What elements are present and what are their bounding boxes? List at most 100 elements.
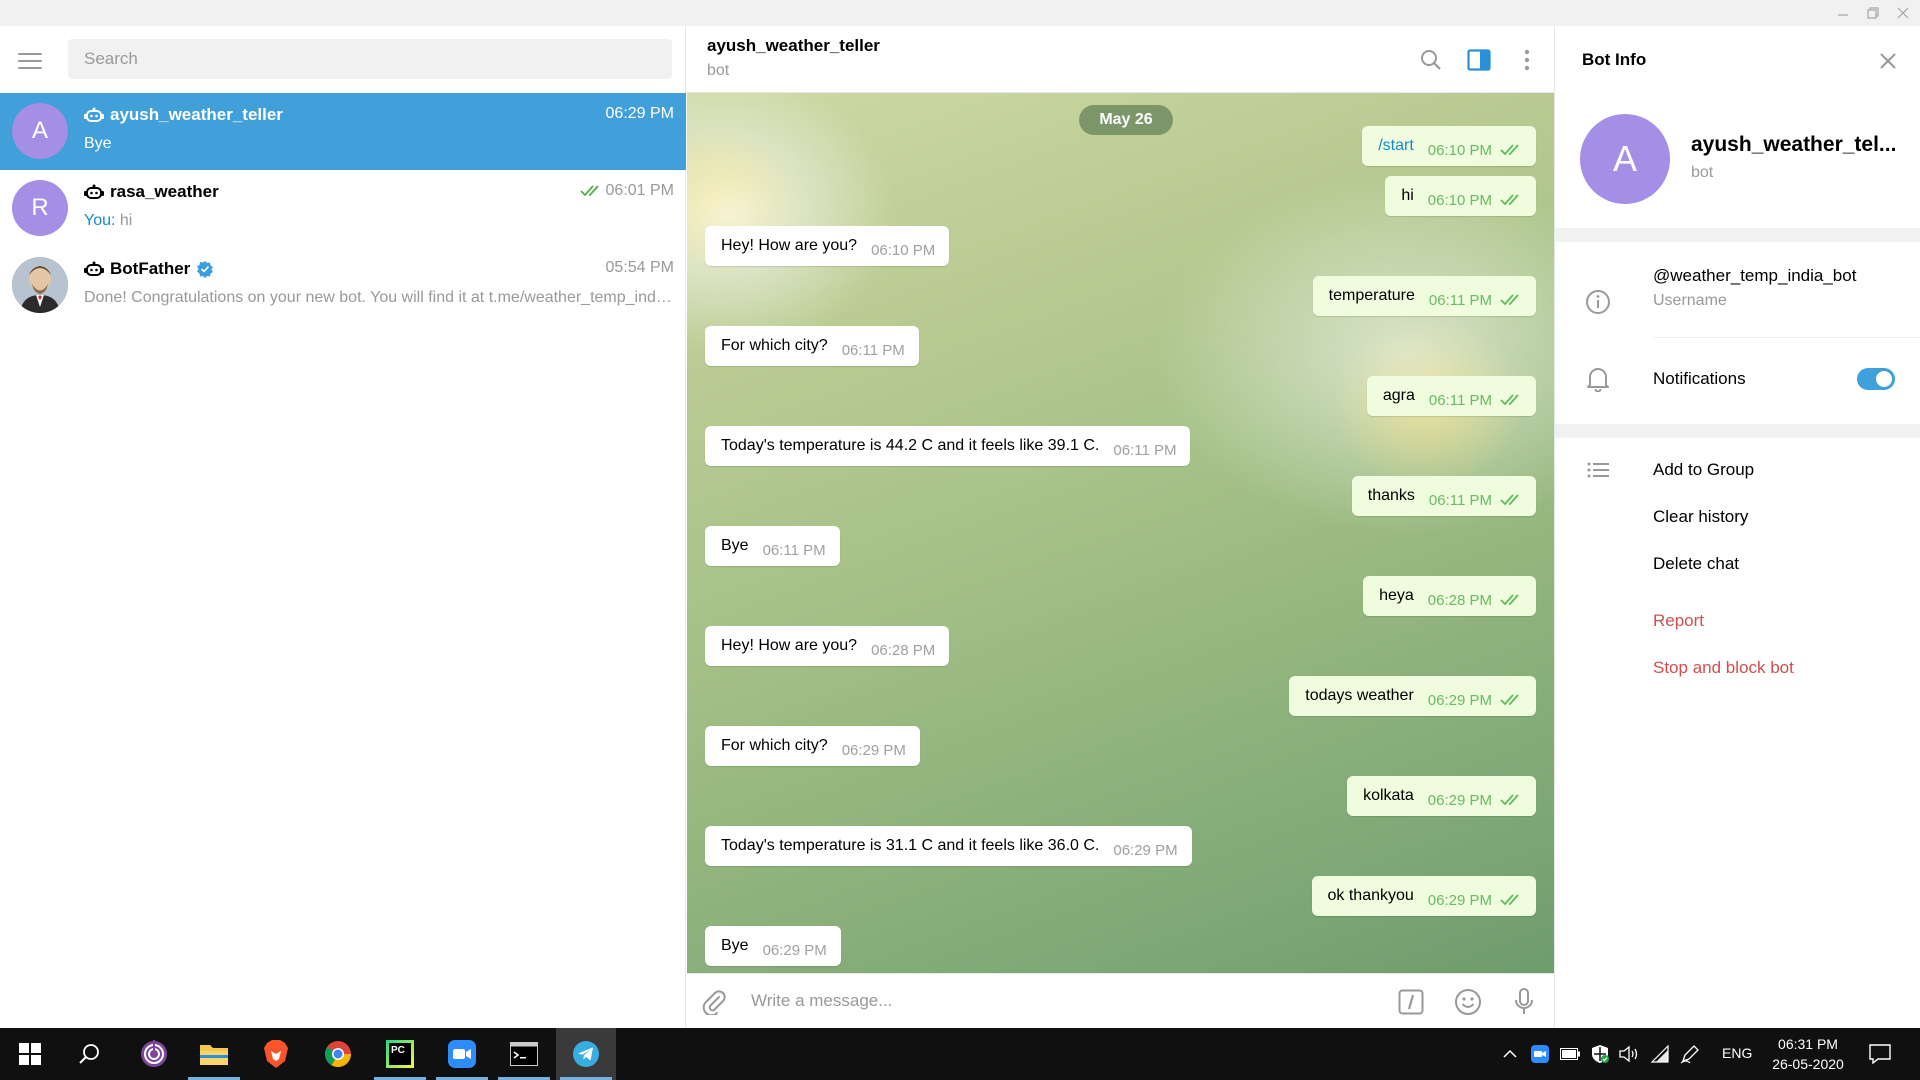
system-clock[interactable]: 06:31 PM 26-05-2020 xyxy=(1758,1034,1858,1074)
bot-commands-button[interactable] xyxy=(1396,987,1426,1017)
toggle-info-panel-button[interactable] xyxy=(1465,46,1493,74)
outgoing-message[interactable]: hi 06:10 PM xyxy=(1385,176,1536,216)
chat-list-item[interactable]: A ayush_weather_teller 06:29 PM Bye xyxy=(0,93,686,170)
outgoing-message[interactable]: heya 06:28 PM xyxy=(1363,576,1536,616)
chrome-icon xyxy=(324,1041,352,1068)
chat-header[interactable]: ayush_weather_teller bot xyxy=(687,26,1554,93)
bell-icon xyxy=(1587,368,1609,392)
tray-zoom[interactable] xyxy=(1528,1042,1552,1066)
taskbar-zoom[interactable] xyxy=(432,1028,492,1080)
outgoing-message[interactable]: temperature 06:11 PM xyxy=(1312,276,1536,316)
window-titlebar xyxy=(0,0,1920,26)
emoji-button[interactable] xyxy=(1453,987,1483,1017)
chat-name: rasa_weather xyxy=(110,182,219,201)
bot-username[interactable]: @weather_temp_india_bot xyxy=(1653,266,1856,286)
search-input[interactable] xyxy=(68,39,672,79)
incoming-message[interactable]: Today's temperature is 31.1 C and it fee… xyxy=(705,826,1192,866)
start-button[interactable] xyxy=(0,1028,60,1080)
notifications-label: Notifications xyxy=(1653,369,1746,388)
message-time: 06:11 PM xyxy=(1428,391,1492,409)
chat-preview: You: hi xyxy=(84,212,674,230)
clear-history-action[interactable]: Clear history xyxy=(1653,507,1748,527)
message-time: 06:29 PM xyxy=(1427,791,1492,809)
windows-logo-icon xyxy=(19,1043,41,1065)
incoming-message[interactable]: Today's temperature is 44.2 C and it fee… xyxy=(705,426,1191,466)
message-text: todays weather xyxy=(1305,687,1414,704)
voice-record-button[interactable] xyxy=(1509,987,1539,1017)
chat-time: 05:54 PM xyxy=(606,259,674,277)
message-text[interactable]: /start xyxy=(1378,137,1414,155)
tray-network[interactable] xyxy=(1648,1042,1672,1066)
close-info-button[interactable] xyxy=(1873,46,1903,76)
hamburger-icon-line xyxy=(18,60,42,62)
outgoing-message[interactable]: agra 06:11 PM xyxy=(1366,376,1536,416)
chat-list-item[interactable]: R rasa_weather 06:01 PM You: hi xyxy=(0,170,686,247)
action-center-button[interactable] xyxy=(1868,1042,1892,1066)
wifi-icon xyxy=(1650,1045,1669,1063)
taskbar-telegram[interactable] xyxy=(556,1028,616,1080)
message-time: 06:29 PM xyxy=(1427,891,1492,909)
message-text: Bye xyxy=(721,937,749,954)
add-to-group-action[interactable]: Add to Group xyxy=(1653,460,1754,480)
incoming-message[interactable]: For which city? 06:11 PM xyxy=(705,326,919,366)
chat-time-text: 06:29 PM xyxy=(605,105,674,122)
more-options-button[interactable] xyxy=(1513,46,1541,74)
chat-time: 06:01 PM xyxy=(579,182,674,200)
incoming-message[interactable]: For which city? 06:29 PM xyxy=(705,726,920,766)
message-time: 06:10 PM xyxy=(871,241,936,259)
chat-time-text: 05:54 PM xyxy=(605,259,674,276)
taskbar-file-explorer[interactable] xyxy=(184,1028,244,1080)
taskbar-search-button[interactable] xyxy=(60,1028,120,1080)
message-time: 06:29 PM xyxy=(841,741,906,759)
search-chat-button[interactable] xyxy=(1417,46,1445,74)
taskbar-pycharm[interactable]: PC xyxy=(370,1028,430,1080)
chat-list-item[interactable]: BotFather 05:54 PM Done! Congratulations… xyxy=(0,247,686,324)
message-time: 06:10 PM xyxy=(1427,191,1492,209)
brave-lion-icon xyxy=(264,1040,288,1068)
notifications-toggle[interactable] xyxy=(1857,368,1895,390)
maximize-button[interactable] xyxy=(1858,4,1888,22)
chat-preview: Bye xyxy=(84,135,112,152)
outgoing-message[interactable]: /start 06:10 PM xyxy=(1362,126,1536,166)
double-check-icon xyxy=(1500,794,1522,806)
incoming-message[interactable]: Bye 06:29 PM xyxy=(705,926,841,966)
chat-list-panel: A ayush_weather_teller 06:29 PM Bye R ra… xyxy=(0,26,686,1028)
tray-battery[interactable] xyxy=(1558,1042,1582,1066)
delete-chat-action[interactable]: Delete chat xyxy=(1653,554,1739,574)
show-hidden-icons-button[interactable] xyxy=(1498,1042,1522,1066)
outgoing-message[interactable]: thanks 06:11 PM xyxy=(1351,476,1536,516)
tray-pen[interactable] xyxy=(1678,1042,1702,1066)
bot-icon xyxy=(84,184,104,199)
message-text: agra xyxy=(1382,387,1415,404)
close-window-button[interactable] xyxy=(1888,4,1918,22)
outgoing-message[interactable]: kolkata 06:29 PM xyxy=(1347,776,1536,816)
message-input[interactable] xyxy=(751,986,1331,1016)
section-divider xyxy=(1555,228,1920,242)
message-time: 06:29 PM xyxy=(1113,841,1178,859)
zoom-tray-icon xyxy=(1531,1045,1549,1063)
tray-volume[interactable] xyxy=(1618,1042,1642,1066)
preview-text: hi xyxy=(115,212,133,229)
outgoing-message[interactable]: ok thankyou 06:29 PM xyxy=(1311,876,1536,916)
minimize-button[interactable] xyxy=(1828,4,1858,22)
taskbar-brave[interactable] xyxy=(246,1028,306,1080)
bot-icon xyxy=(84,107,104,122)
message-text: thanks xyxy=(1367,487,1415,504)
taskbar-terminal[interactable] xyxy=(494,1028,554,1080)
taskbar-chrome[interactable] xyxy=(308,1028,368,1080)
main-menu-button[interactable] xyxy=(18,46,48,76)
taskbar-tor-browser[interactable] xyxy=(124,1028,184,1080)
incoming-message[interactable]: Hey! How are you? 06:10 PM xyxy=(705,226,950,266)
outgoing-message[interactable]: todays weather 06:29 PM xyxy=(1289,676,1536,716)
message-list[interactable]: May 26 /start 06:10 PM hi 06:10 PM Hey! How … xyxy=(687,93,1554,973)
message-time: 06:10 PM xyxy=(1427,141,1492,159)
attach-button[interactable] xyxy=(699,987,729,1017)
incoming-message[interactable]: Hey! How are you? 06:28 PM xyxy=(705,626,950,666)
emoji-icon xyxy=(1455,989,1481,1015)
tray-security[interactable] xyxy=(1588,1042,1612,1066)
incoming-message[interactable]: Bye 06:11 PM xyxy=(705,526,840,566)
input-language[interactable]: ENG xyxy=(1722,1045,1752,1061)
stop-block-bot-action[interactable]: Stop and block bot xyxy=(1653,658,1794,678)
report-action[interactable]: Report xyxy=(1653,611,1704,631)
chevron-up-icon xyxy=(1503,1049,1517,1058)
